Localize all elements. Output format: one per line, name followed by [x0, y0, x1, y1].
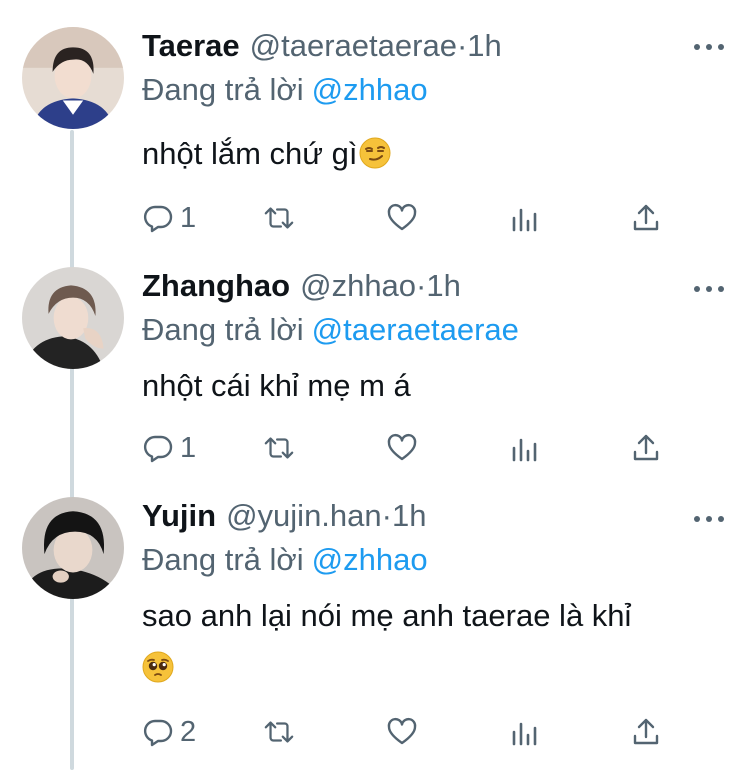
share-button[interactable] — [630, 430, 662, 466]
reply-count: 1 — [180, 431, 197, 464]
author-handle[interactable]: @yujin.han — [226, 498, 382, 534]
retweet-button[interactable] — [263, 430, 295, 466]
replying-to-handle[interactable]: @zhhao — [312, 72, 428, 107]
analytics-button[interactable] — [509, 430, 541, 466]
separator-dot: · — [416, 268, 427, 303]
tweet-text-emoji-line — [142, 650, 174, 686]
replying-to-label: Đang trả lời — [142, 312, 304, 347]
more-options-icon[interactable] — [694, 42, 724, 52]
reply-icon — [143, 435, 173, 463]
replying-to-handle[interactable]: @zhhao — [312, 542, 428, 577]
share-icon — [633, 718, 659, 745]
replying-to: Đang trả lời @zhhao — [142, 542, 428, 578]
avatar-taerae[interactable] — [22, 27, 124, 129]
author-name[interactable]: Yujin — [142, 498, 216, 534]
more-options-icon[interactable] — [694, 514, 724, 524]
author-handle[interactable]: @zhhao — [300, 268, 416, 304]
analytics-icon — [512, 438, 537, 462]
retweet-button[interactable] — [263, 200, 295, 236]
analytics-button[interactable] — [509, 200, 541, 236]
avatar-image — [22, 267, 124, 369]
separator-dot: · — [381, 498, 392, 533]
reply-button[interactable]: 2 — [142, 714, 196, 750]
share-button[interactable] — [630, 714, 662, 750]
avatar-zhanghao[interactable] — [22, 267, 124, 369]
tweet-actions: 2 — [0, 714, 750, 750]
timestamp[interactable]: 1h — [467, 28, 501, 64]
replying-to: Đang trả lời @zhhao — [142, 72, 428, 108]
author-name[interactable]: Taerae — [142, 28, 240, 64]
tweet-text-content: nhột cái khỉ mẹ m á — [142, 368, 411, 403]
share-icon — [633, 204, 659, 231]
avatar-yujin[interactable] — [22, 497, 124, 599]
replying-to-label: Đang trả lời — [142, 72, 304, 107]
pleading-face-emoji — [142, 651, 174, 683]
like-button[interactable] — [386, 200, 418, 236]
reply-icon — [143, 205, 173, 233]
analytics-icon — [512, 722, 537, 746]
smirking-face-emoji — [359, 137, 391, 169]
heart-icon — [387, 433, 417, 461]
tweet-actions: 1 — [0, 200, 750, 236]
tweet-text-content: nhột lắm chứ gì — [142, 136, 358, 171]
author-name[interactable]: Zhanghao — [142, 268, 290, 304]
replying-to-label: Đang trả lời — [142, 542, 304, 577]
timestamp[interactable]: 1h — [392, 498, 426, 534]
retweet-icon — [264, 437, 294, 459]
analytics-button[interactable] — [509, 714, 541, 750]
more-options-icon[interactable] — [694, 284, 724, 294]
tweet-text: sao anh lại nói mẹ anh taerae là khỉ — [142, 598, 631, 634]
reply-count: 2 — [180, 715, 197, 748]
tweet-text: nhột cái khỉ mẹ m á — [142, 368, 411, 404]
replying-to-handle[interactable]: @taeraetaerae — [312, 312, 519, 347]
tweet-text-content: sao anh lại nói mẹ anh taerae là khỉ — [142, 598, 632, 633]
retweet-button[interactable] — [263, 714, 295, 750]
reply-button[interactable]: 1 — [142, 430, 196, 466]
timestamp[interactable]: 1h — [426, 268, 460, 304]
share-button[interactable] — [630, 200, 662, 236]
share-icon — [633, 434, 659, 461]
avatar-image — [22, 27, 124, 129]
author-handle[interactable]: @taeraetaerae — [250, 28, 457, 64]
tweet-text: nhột lắm chứ gì — [142, 136, 391, 172]
reply-count: 1 — [180, 201, 197, 234]
reply-icon — [143, 719, 173, 747]
retweet-icon — [264, 721, 294, 743]
like-button[interactable] — [386, 430, 418, 466]
avatar-image — [22, 497, 124, 599]
reply-button[interactable]: 1 — [142, 200, 196, 236]
heart-icon — [387, 717, 417, 745]
retweet-icon — [264, 207, 294, 229]
heart-icon — [387, 203, 417, 231]
analytics-icon — [512, 208, 537, 232]
separator-dot: · — [456, 28, 468, 63]
like-button[interactable] — [386, 714, 418, 750]
replying-to: Đang trả lời @taeraetaerae — [142, 312, 519, 348]
tweet-actions: 1 — [0, 430, 750, 466]
